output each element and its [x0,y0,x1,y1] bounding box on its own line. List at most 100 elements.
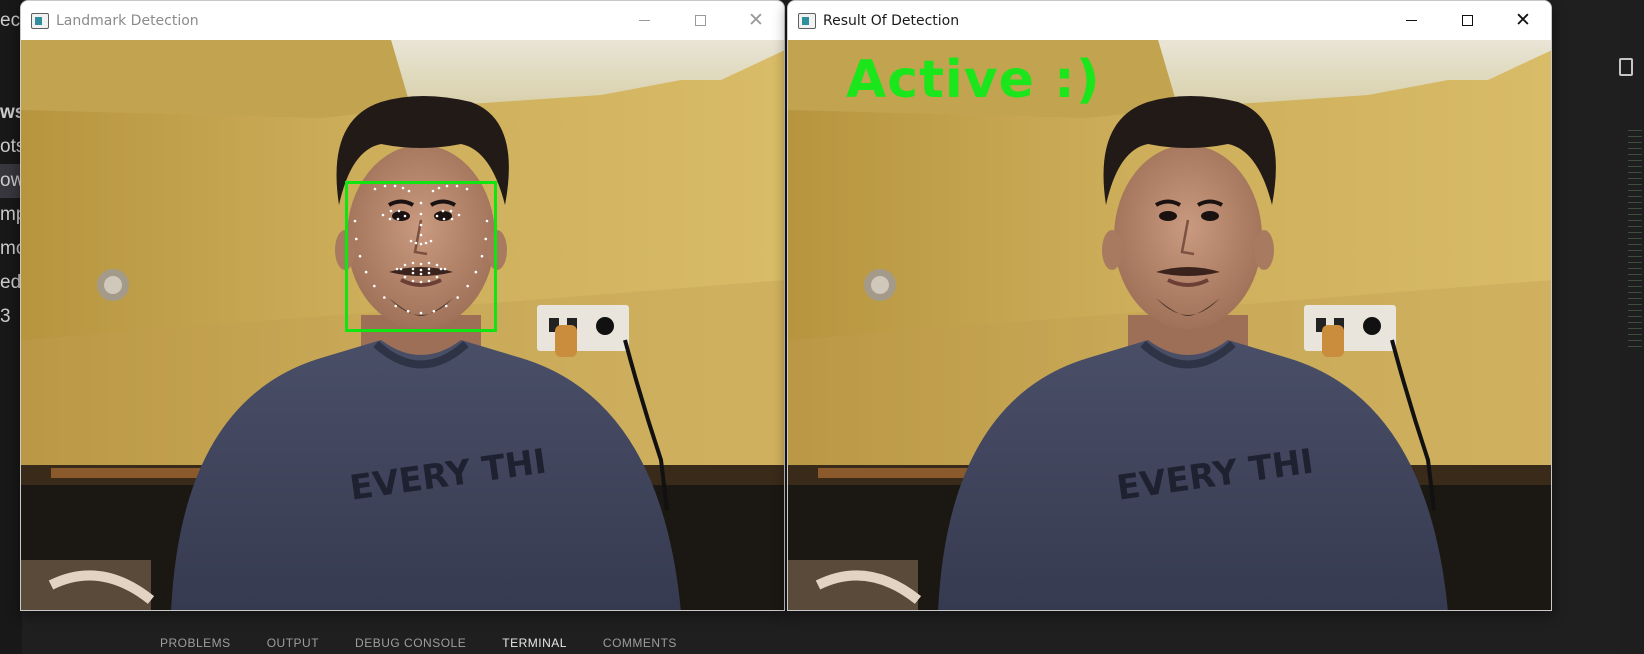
minimize-button[interactable] [1383,1,1439,40]
tab-problems[interactable]: PROBLEMS [160,636,231,650]
landmark-point [484,237,488,241]
landmark-point [364,270,368,274]
landmark-point [437,186,441,190]
landmark-point [419,262,423,266]
landmark-point [411,271,415,275]
landmark-point [445,184,449,188]
explorer-item[interactable]: ed [0,266,22,300]
result-of-detection-window[interactable]: Result Of Detection ✕ EVERY THI Active:… [787,0,1552,611]
explorer-item[interactable]: ws [0,96,22,130]
window-titlebar[interactable]: Result Of Detection ✕ [788,1,1551,40]
landmark-point [395,267,399,271]
explorer-item[interactable]: mp3 [0,198,22,232]
maximize-button[interactable] [672,1,728,40]
landmark-point [424,241,428,245]
close-button[interactable]: ✕ [728,1,784,40]
landmark-point [442,217,446,221]
landmark-point [381,213,385,217]
landmark-point [431,189,435,193]
explorer-list: ws ots ow mp3 mo ed 3 [0,96,22,334]
camera-feed: EVERY THI Active :) [788,40,1551,610]
landmark-point [403,214,407,218]
tab-debug-console[interactable]: DEBUG CONSOLE [355,636,466,650]
landmark-point [419,242,423,246]
close-button[interactable]: ✕ [1495,1,1551,40]
bottom-panel-tabs: PROBLEMS OUTPUT DEBUG CONSOLE TERMINAL C… [160,636,677,650]
landmark-point [450,217,454,221]
landmark-point [401,186,405,190]
landmark-point [474,270,478,274]
landmark-point [465,187,469,191]
landmark-point [435,214,439,218]
landmark-point [403,263,407,267]
landmark-point [397,209,401,213]
landmark-point [399,267,403,271]
landmark-point [480,254,484,258]
close-icon: ✕ [1515,9,1531,31]
landmark-point [419,233,423,237]
explorer-item[interactable]: mo [0,232,22,266]
webcam-frame: EVERY THI [788,40,1551,610]
landmark-point [427,271,431,275]
landmark-point [373,187,377,191]
landmark-point [439,267,443,271]
landmark-detection-window[interactable]: Landmark Detection ✕ EVERY THI [20,0,785,611]
window-controls: ✕ [616,1,784,40]
window-titlebar[interactable]: Landmark Detection ✕ [21,1,784,40]
tab-terminal[interactable]: TERMINAL [502,636,567,650]
tab-comments[interactable]: COMMENTS [603,636,677,650]
landmark-point [419,311,423,315]
split-editor-icon[interactable] [1619,58,1633,76]
window-title: Landmark Detection [56,12,199,29]
minimize-button[interactable] [616,1,672,40]
landmark-point [419,212,423,216]
minimize-icon [1405,20,1417,21]
landmark-point [444,304,448,308]
landmark-point [353,219,357,223]
landmark-point [411,279,415,283]
landmark-point [411,261,415,265]
maximize-button[interactable] [1439,1,1495,40]
landmark-point [383,184,387,188]
landmark-point [354,237,358,241]
explorer-item[interactable]: 3 [0,300,22,334]
landmark-point [411,267,415,271]
close-icon: ✕ [748,9,764,31]
landmark-point [456,296,459,299]
landmark-point [389,209,393,213]
landmark-point [435,275,439,279]
landmark-point [427,267,431,271]
minimap[interactable] [1628,130,1642,350]
landmark-point [435,263,439,267]
maximize-icon [694,15,706,26]
camera-feed: EVERY THI [21,40,784,610]
landmark-point [358,254,362,258]
landmark-point [393,184,397,188]
minimize-icon [638,20,650,21]
window-controls: ✕ [1383,1,1551,40]
explorer-item-selected[interactable]: ow [0,164,22,198]
opencv-window-icon [798,12,816,29]
landmark-point [373,284,376,288]
landmark-point [396,217,400,221]
landmark-point [449,209,453,213]
landmark-point [403,275,407,279]
facial-landmarks [353,184,489,315]
landmark-point [443,267,447,271]
landmark-point [419,268,423,272]
window-title: Result Of Detection [823,12,960,29]
landmark-point [455,184,459,188]
tab-output[interactable]: OUTPUT [267,636,319,650]
landmark-point [388,217,392,221]
landmark-point [419,201,423,205]
explorer-item[interactable]: ots [0,130,22,164]
landmark-point [427,261,431,265]
detection-status-label: Active :) [846,50,1101,110]
landmark-point [441,209,445,213]
landmark-point [485,219,489,223]
landmark-point [409,239,413,243]
landmark-point [466,284,469,288]
landmark-point [419,223,423,227]
landmark-point [429,239,433,243]
landmark-point [432,309,436,313]
